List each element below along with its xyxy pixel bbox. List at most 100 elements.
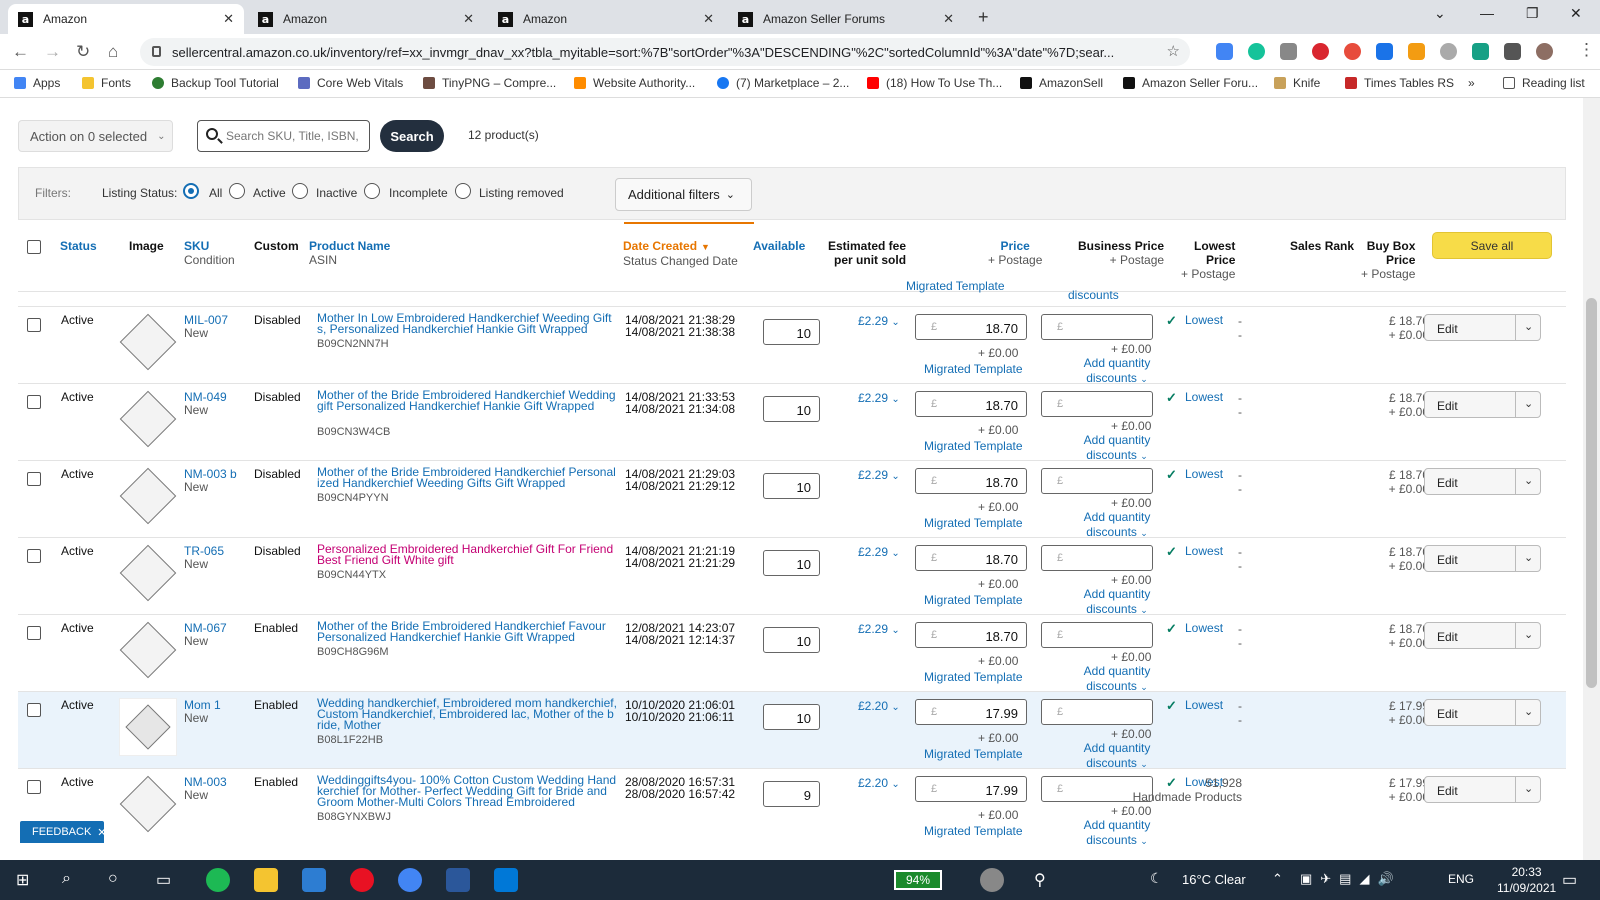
chevron-down-icon[interactable]: ⌄ xyxy=(1524,705,1533,718)
menu-icon[interactable]: ⋮ xyxy=(1578,40,1595,60)
business-price-input[interactable]: £ xyxy=(1041,699,1153,725)
radio-all[interactable] xyxy=(183,183,199,199)
helium-extension-icon[interactable] xyxy=(1472,43,1489,60)
row-checkbox[interactable] xyxy=(27,472,41,486)
col-available[interactable]: Available xyxy=(753,239,805,253)
available-quantity-input[interactable]: 10 xyxy=(763,473,820,499)
available-quantity-input[interactable]: 10 xyxy=(763,627,820,653)
edit-button[interactable]: Edit ⌄ xyxy=(1424,699,1541,726)
select-all-checkbox[interactable] xyxy=(27,240,41,254)
row-checkbox[interactable] xyxy=(27,395,41,409)
available-quantity-input[interactable]: 10 xyxy=(763,704,820,730)
product-thumbnail[interactable] xyxy=(118,312,178,372)
row-checkbox[interactable] xyxy=(27,318,41,332)
windows-start-icon[interactable]: ⊞ xyxy=(16,870,29,890)
bookmark-star-icon[interactable]: ☆ xyxy=(1167,42,1180,60)
chrome-app-icon[interactable] xyxy=(398,868,422,892)
price-input[interactable]: £18.70 xyxy=(915,391,1027,417)
available-quantity-input[interactable]: 10 xyxy=(763,396,820,422)
col-price[interactable]: Price + Postage xyxy=(988,239,1042,267)
sku-link[interactable]: NM-003 b xyxy=(184,468,237,480)
close-tab-icon[interactable]: ✕ xyxy=(223,11,234,27)
minimize-icon[interactable]: — xyxy=(1480,5,1494,21)
product-name-link[interactable]: Mother In Low Embroidered Handkerchief W… xyxy=(317,312,617,335)
estimated-fee[interactable]: £2.29 ⌄ xyxy=(858,468,900,482)
product-name-link[interactable]: Personalized Embroidered Handkerchief Gi… xyxy=(317,543,617,566)
file-explorer-icon[interactable] xyxy=(254,868,278,892)
lowest-price-link[interactable]: Lowest xyxy=(1185,544,1223,558)
estimated-fee[interactable]: £2.29 ⌄ xyxy=(858,545,900,559)
tray-app-icon[interactable] xyxy=(980,868,1004,892)
radio-listing-removed[interactable] xyxy=(455,183,471,199)
close-tab-icon[interactable]: ✕ xyxy=(463,11,474,27)
bookmark-item[interactable]: AmazonSell xyxy=(1020,76,1103,90)
estimated-fee[interactable]: £2.29 ⌄ xyxy=(858,622,900,636)
lowest-price-link[interactable]: Lowest xyxy=(1185,698,1223,712)
save-all-button[interactable]: Save all xyxy=(1432,232,1552,259)
notifications-icon[interactable]: ▭ xyxy=(1562,870,1577,890)
close-tab-icon[interactable]: ✕ xyxy=(943,11,954,27)
migrated-template-link[interactable]: Migrated Template xyxy=(924,670,1023,684)
close-icon[interactable]: ✕ xyxy=(97,826,106,839)
reading-list[interactable]: Reading list xyxy=(1503,76,1585,90)
sync-extension-icon[interactable] xyxy=(1440,43,1457,60)
price-input[interactable]: £18.70 xyxy=(915,545,1027,571)
business-price-input[interactable]: £ xyxy=(1041,314,1153,340)
bookmark-item[interactable]: Website Authority... xyxy=(574,76,695,90)
feedback-button[interactable]: FEEDBACK ✕ xyxy=(20,821,107,843)
language-indicator[interactable]: ENG xyxy=(1448,872,1474,886)
available-quantity-input[interactable]: 10 xyxy=(763,550,820,576)
clock[interactable]: 20:33 11/09/2021 xyxy=(1497,864,1556,896)
url-bar[interactable]: sellercentral.amazon.co.uk/inventory/ref… xyxy=(140,38,1190,66)
browser-tab[interactable]: a Amazon Seller Forums ✕ xyxy=(728,4,964,34)
people-icon[interactable]: ⚲ xyxy=(1034,870,1046,890)
col-sku[interactable]: SKU Condition xyxy=(184,239,235,267)
row-checkbox[interactable] xyxy=(27,626,41,640)
profile-avatar[interactable] xyxy=(1536,43,1553,60)
price-input[interactable]: £18.70 xyxy=(915,468,1027,494)
bookmark-item[interactable]: Times Tables RS xyxy=(1345,76,1454,90)
close-window-icon[interactable]: ✕ xyxy=(1570,5,1582,22)
bookmark-item[interactable]: Core Web Vitals xyxy=(298,76,403,90)
partial-migrated-template-link[interactable]: Migrated Template xyxy=(906,279,1005,293)
reload-icon[interactable]: ↻ xyxy=(76,42,90,62)
price-input[interactable]: £17.99 xyxy=(915,776,1027,802)
product-thumbnail[interactable] xyxy=(118,774,178,834)
lowest-price-link[interactable]: Lowest xyxy=(1185,467,1223,481)
product-name-link[interactable]: Mother of the Bride Embroidered Handkerc… xyxy=(317,620,617,643)
business-price-input[interactable]: £ xyxy=(1041,391,1153,417)
price-input[interactable]: £17.99 xyxy=(915,699,1027,725)
bookmark-item[interactable]: Apps xyxy=(14,76,60,90)
row-checkbox[interactable] xyxy=(27,780,41,794)
product-name-link[interactable]: Weddinggifts4you- 100% Cotton Custom Wed… xyxy=(317,774,617,808)
sku-link[interactable]: NM-067 xyxy=(184,622,227,634)
system-tray-icons[interactable]: ▣✈▤◢🔊 xyxy=(1300,871,1402,887)
chevron-down-icon[interactable]: ⌄ xyxy=(1524,628,1533,641)
col-status[interactable]: Status xyxy=(60,239,97,253)
bookmark-item[interactable]: (7) Marketplace – 2... xyxy=(717,76,849,90)
new-tab-icon[interactable]: + xyxy=(978,7,989,28)
radio-incomplete[interactable] xyxy=(364,183,380,199)
spotify-app-icon[interactable] xyxy=(206,868,230,892)
migrated-template-link[interactable]: Migrated Template xyxy=(924,824,1023,838)
bookmark-item[interactable]: Amazon Seller Foru... xyxy=(1123,76,1258,90)
available-quantity-input[interactable]: 10 xyxy=(763,319,820,345)
opera-app-icon[interactable] xyxy=(350,868,374,892)
edit-button[interactable]: Edit ⌄ xyxy=(1424,776,1541,803)
adblock-extension-icon[interactable] xyxy=(1344,43,1361,60)
bookmark-item[interactable]: Knife xyxy=(1274,76,1320,90)
maximize-icon[interactable]: ❐ xyxy=(1526,5,1539,22)
lowest-price-link[interactable]: Lowest xyxy=(1185,390,1223,404)
bookmark-item[interactable]: Fonts xyxy=(82,76,131,90)
m-extension-icon[interactable] xyxy=(1376,43,1393,60)
search-input[interactable]: Search SKU, Title, ISBN, xyxy=(197,120,370,152)
estimated-fee[interactable]: £2.20 ⌄ xyxy=(858,776,900,790)
migrated-template-link[interactable]: Migrated Template xyxy=(924,516,1023,530)
sku-link[interactable]: NM-003 xyxy=(184,776,227,788)
product-name-link[interactable]: Wedding handkerchief, Embroidered mom ha… xyxy=(317,697,617,731)
additional-filters-button[interactable]: Additional filters ⌄ xyxy=(615,178,752,211)
edit-button[interactable]: Edit ⌄ xyxy=(1424,314,1541,341)
browser-tab[interactable]: a Amazon ✕ xyxy=(488,4,724,34)
edit-button[interactable]: Edit ⌄ xyxy=(1424,391,1541,418)
keepa-extension-icon[interactable] xyxy=(1312,43,1329,60)
